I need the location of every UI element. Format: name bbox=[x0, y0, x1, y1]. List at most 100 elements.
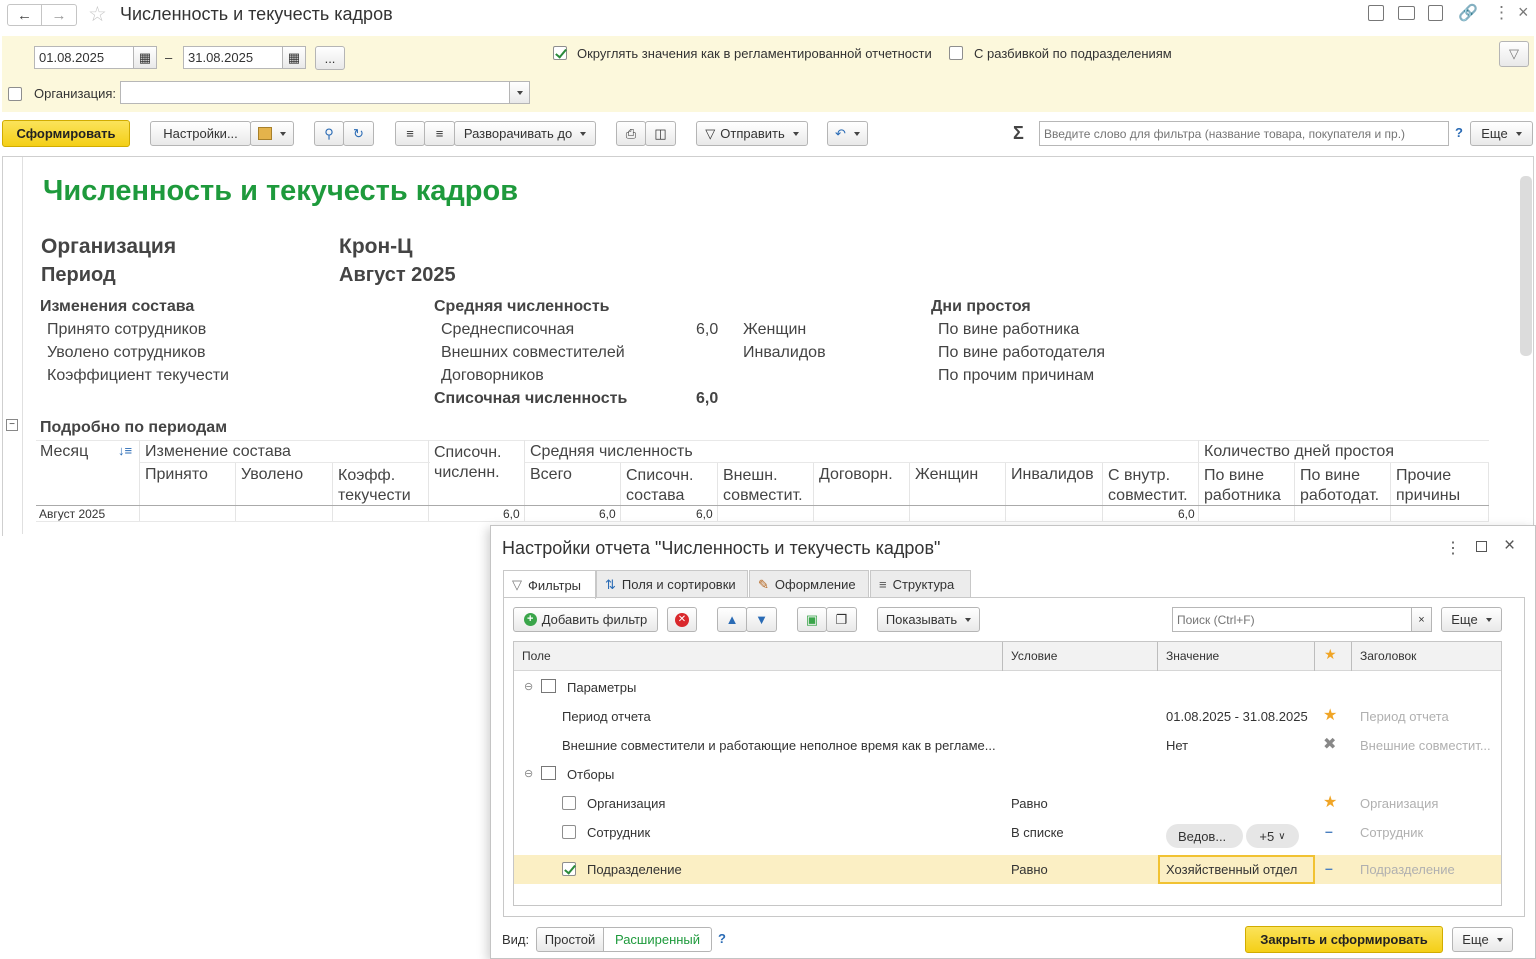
period-choice-button[interactable]: ... bbox=[315, 46, 345, 70]
emp-filter-checkbox[interactable] bbox=[562, 825, 576, 839]
back-button[interactable]: ← bbox=[8, 5, 42, 25]
emp-usage-icon[interactable]: – bbox=[1325, 823, 1333, 839]
ext-value[interactable]: Нет bbox=[1166, 738, 1188, 753]
variants-button[interactable] bbox=[250, 121, 294, 146]
print-button[interactable]: ⎙ bbox=[616, 121, 646, 146]
org-filter-checkbox[interactable] bbox=[562, 796, 576, 810]
more-button[interactable]: Еще bbox=[1470, 121, 1533, 146]
dialog-menu-icon[interactable]: ⋮ bbox=[1445, 538, 1461, 558]
report-org-label: Организация bbox=[41, 235, 177, 258]
date-dash: – bbox=[165, 50, 173, 65]
calendar-from-button[interactable]: ▦ bbox=[133, 46, 157, 69]
changes-item: Уволено сотрудников bbox=[47, 344, 206, 361]
organization-dropdown[interactable] bbox=[509, 81, 530, 104]
period-value[interactable]: 01.08.2025 - 31.08.2025 bbox=[1166, 709, 1308, 724]
dialog-help-link[interactable]: ? bbox=[718, 931, 726, 946]
close-window-icon[interactable]: × bbox=[1518, 2, 1529, 23]
settings-button[interactable]: Настройки... bbox=[150, 121, 251, 146]
tab-fields[interactable]: ⇅ Поля и сортировки bbox=[596, 570, 748, 598]
dialog-close-icon[interactable]: × bbox=[1504, 535, 1515, 557]
split-departments-label: С разбивкой по подразделениям bbox=[974, 46, 1172, 61]
emp-more-chip[interactable]: +5 ∨ bbox=[1246, 824, 1299, 848]
organization-label: Организация: bbox=[34, 86, 117, 101]
collapse-group-icon[interactable]: − bbox=[6, 419, 18, 431]
date-to-input[interactable]: 31.08.2025 bbox=[183, 46, 283, 69]
sum-icon[interactable]: Σ bbox=[1013, 123, 1024, 144]
sort-icon[interactable]: ↓≡ bbox=[118, 443, 132, 458]
move-down-button[interactable]: ▼ bbox=[746, 607, 777, 632]
split-departments-checkbox[interactable] bbox=[949, 46, 963, 60]
organization-checkbox[interactable] bbox=[8, 87, 22, 101]
col-inner: С внутр. совместит. bbox=[1108, 467, 1188, 504]
search-button[interactable]: ⚲ bbox=[314, 121, 344, 146]
organization-input[interactable] bbox=[120, 81, 510, 104]
menu-dots-icon[interactable]: ⋮ bbox=[1493, 3, 1510, 23]
print-icon[interactable] bbox=[1398, 6, 1415, 20]
chevron-down-icon: ∨ bbox=[1278, 830, 1286, 842]
dialog-title: Настройки отчета "Численность и текучест… bbox=[502, 538, 941, 558]
col-coeff: Коэфф. текучести bbox=[338, 467, 411, 504]
move-up-button[interactable]: ▲ bbox=[717, 607, 747, 632]
params-expand-icon[interactable]: ⊖ bbox=[524, 680, 533, 693]
undo-button[interactable]: ↶ bbox=[827, 121, 868, 146]
expand-to-button[interactable]: Разворачивать до bbox=[454, 121, 596, 146]
forward-button[interactable]: → bbox=[42, 5, 76, 25]
emp-chip[interactable]: Ведов... bbox=[1166, 824, 1243, 848]
dialog-more-button[interactable]: Еще bbox=[1441, 607, 1502, 632]
dialog-footer-more-button[interactable]: Еще bbox=[1452, 927, 1513, 952]
preview-icon[interactable] bbox=[1428, 5, 1443, 21]
ext-remove-icon[interactable]: ✖ bbox=[1323, 734, 1336, 754]
emp-filter-condition[interactable]: В списке bbox=[1011, 825, 1064, 840]
dep-filter-checkbox[interactable] bbox=[562, 862, 576, 876]
period-header: Период отчета bbox=[1360, 709, 1449, 724]
dialog-search-input[interactable] bbox=[1172, 607, 1412, 632]
fields-icon: ⇅ bbox=[605, 576, 616, 592]
filters-expand-icon[interactable]: ⊖ bbox=[524, 767, 533, 780]
report-filter-input[interactable] bbox=[1039, 121, 1449, 146]
view-extended-button[interactable]: Расширенный bbox=[603, 927, 712, 952]
round-values-label: Округлять значения как в регламентирован… bbox=[577, 46, 932, 61]
generate-button[interactable]: Сформировать bbox=[2, 120, 130, 147]
dep-filter-condition[interactable]: Равно bbox=[1011, 862, 1048, 877]
close-and-generate-button[interactable]: Закрыть и сформировать bbox=[1245, 926, 1443, 953]
dep-value-field[interactable]: Хозяйственный отдел bbox=[1158, 855, 1315, 884]
delete-button[interactable]: ✕ bbox=[667, 607, 697, 632]
tab-design[interactable]: ✎ Оформление bbox=[749, 570, 869, 598]
add-icon: + bbox=[523, 613, 537, 626]
org-filter-condition[interactable]: Равно bbox=[1011, 796, 1048, 811]
send-button[interactable]: ▽ Отправить bbox=[696, 121, 808, 146]
search-next-button[interactable]: ↻ bbox=[343, 121, 374, 146]
calendar-to-button[interactable]: ▦ bbox=[282, 46, 306, 69]
clear-search-button[interactable]: × bbox=[1411, 607, 1432, 632]
detail-title: Подробно по периодам bbox=[40, 419, 228, 436]
report-title: Численность и текучесть кадров bbox=[43, 175, 519, 207]
report-period-value: Август 2025 bbox=[339, 264, 456, 286]
favorite-star-icon[interactable]: ☆ bbox=[88, 2, 107, 27]
report-scrollbar[interactable] bbox=[1520, 176, 1532, 356]
changes-item: Коэффициент текучести bbox=[47, 367, 229, 384]
tab-filters[interactable]: ▽ Фильтры bbox=[503, 570, 596, 599]
save-icon[interactable] bbox=[1368, 5, 1384, 21]
col-other: Прочие причины bbox=[1396, 467, 1461, 504]
group-button[interactable]: ▣ bbox=[797, 607, 827, 632]
round-values-checkbox[interactable] bbox=[553, 46, 567, 60]
expand-groups-button[interactable]: ≡ bbox=[424, 121, 455, 146]
date-from-input[interactable]: 01.08.2025 bbox=[34, 46, 134, 69]
org-star-icon[interactable]: ★ bbox=[1323, 792, 1337, 812]
dialog-maximize-icon[interactable] bbox=[1476, 541, 1487, 552]
view-simple-button[interactable]: Простой bbox=[536, 927, 604, 952]
filter-icon[interactable]: ▽ bbox=[1499, 41, 1529, 67]
print-preview-button[interactable]: ◫ bbox=[645, 121, 676, 146]
help-link[interactable]: ? bbox=[1455, 125, 1463, 140]
dep-usage-icon[interactable]: – bbox=[1325, 860, 1333, 876]
collapse-groups-button[interactable]: ≡ bbox=[395, 121, 425, 146]
ext-header: Внешние совместит... bbox=[1360, 738, 1491, 753]
period-star-icon[interactable]: ★ bbox=[1323, 705, 1337, 725]
tab-structure[interactable]: ≡ Структура bbox=[870, 570, 971, 598]
link-icon[interactable]: 🔗 bbox=[1458, 3, 1478, 23]
ungroup-button[interactable]: ❐ bbox=[826, 607, 857, 632]
col-dog: Договорн. bbox=[819, 466, 893, 483]
changes-title: Изменения состава bbox=[40, 298, 195, 315]
add-filter-button[interactable]: + Добавить фильтр bbox=[513, 607, 658, 632]
show-button[interactable]: Показывать bbox=[877, 607, 980, 632]
